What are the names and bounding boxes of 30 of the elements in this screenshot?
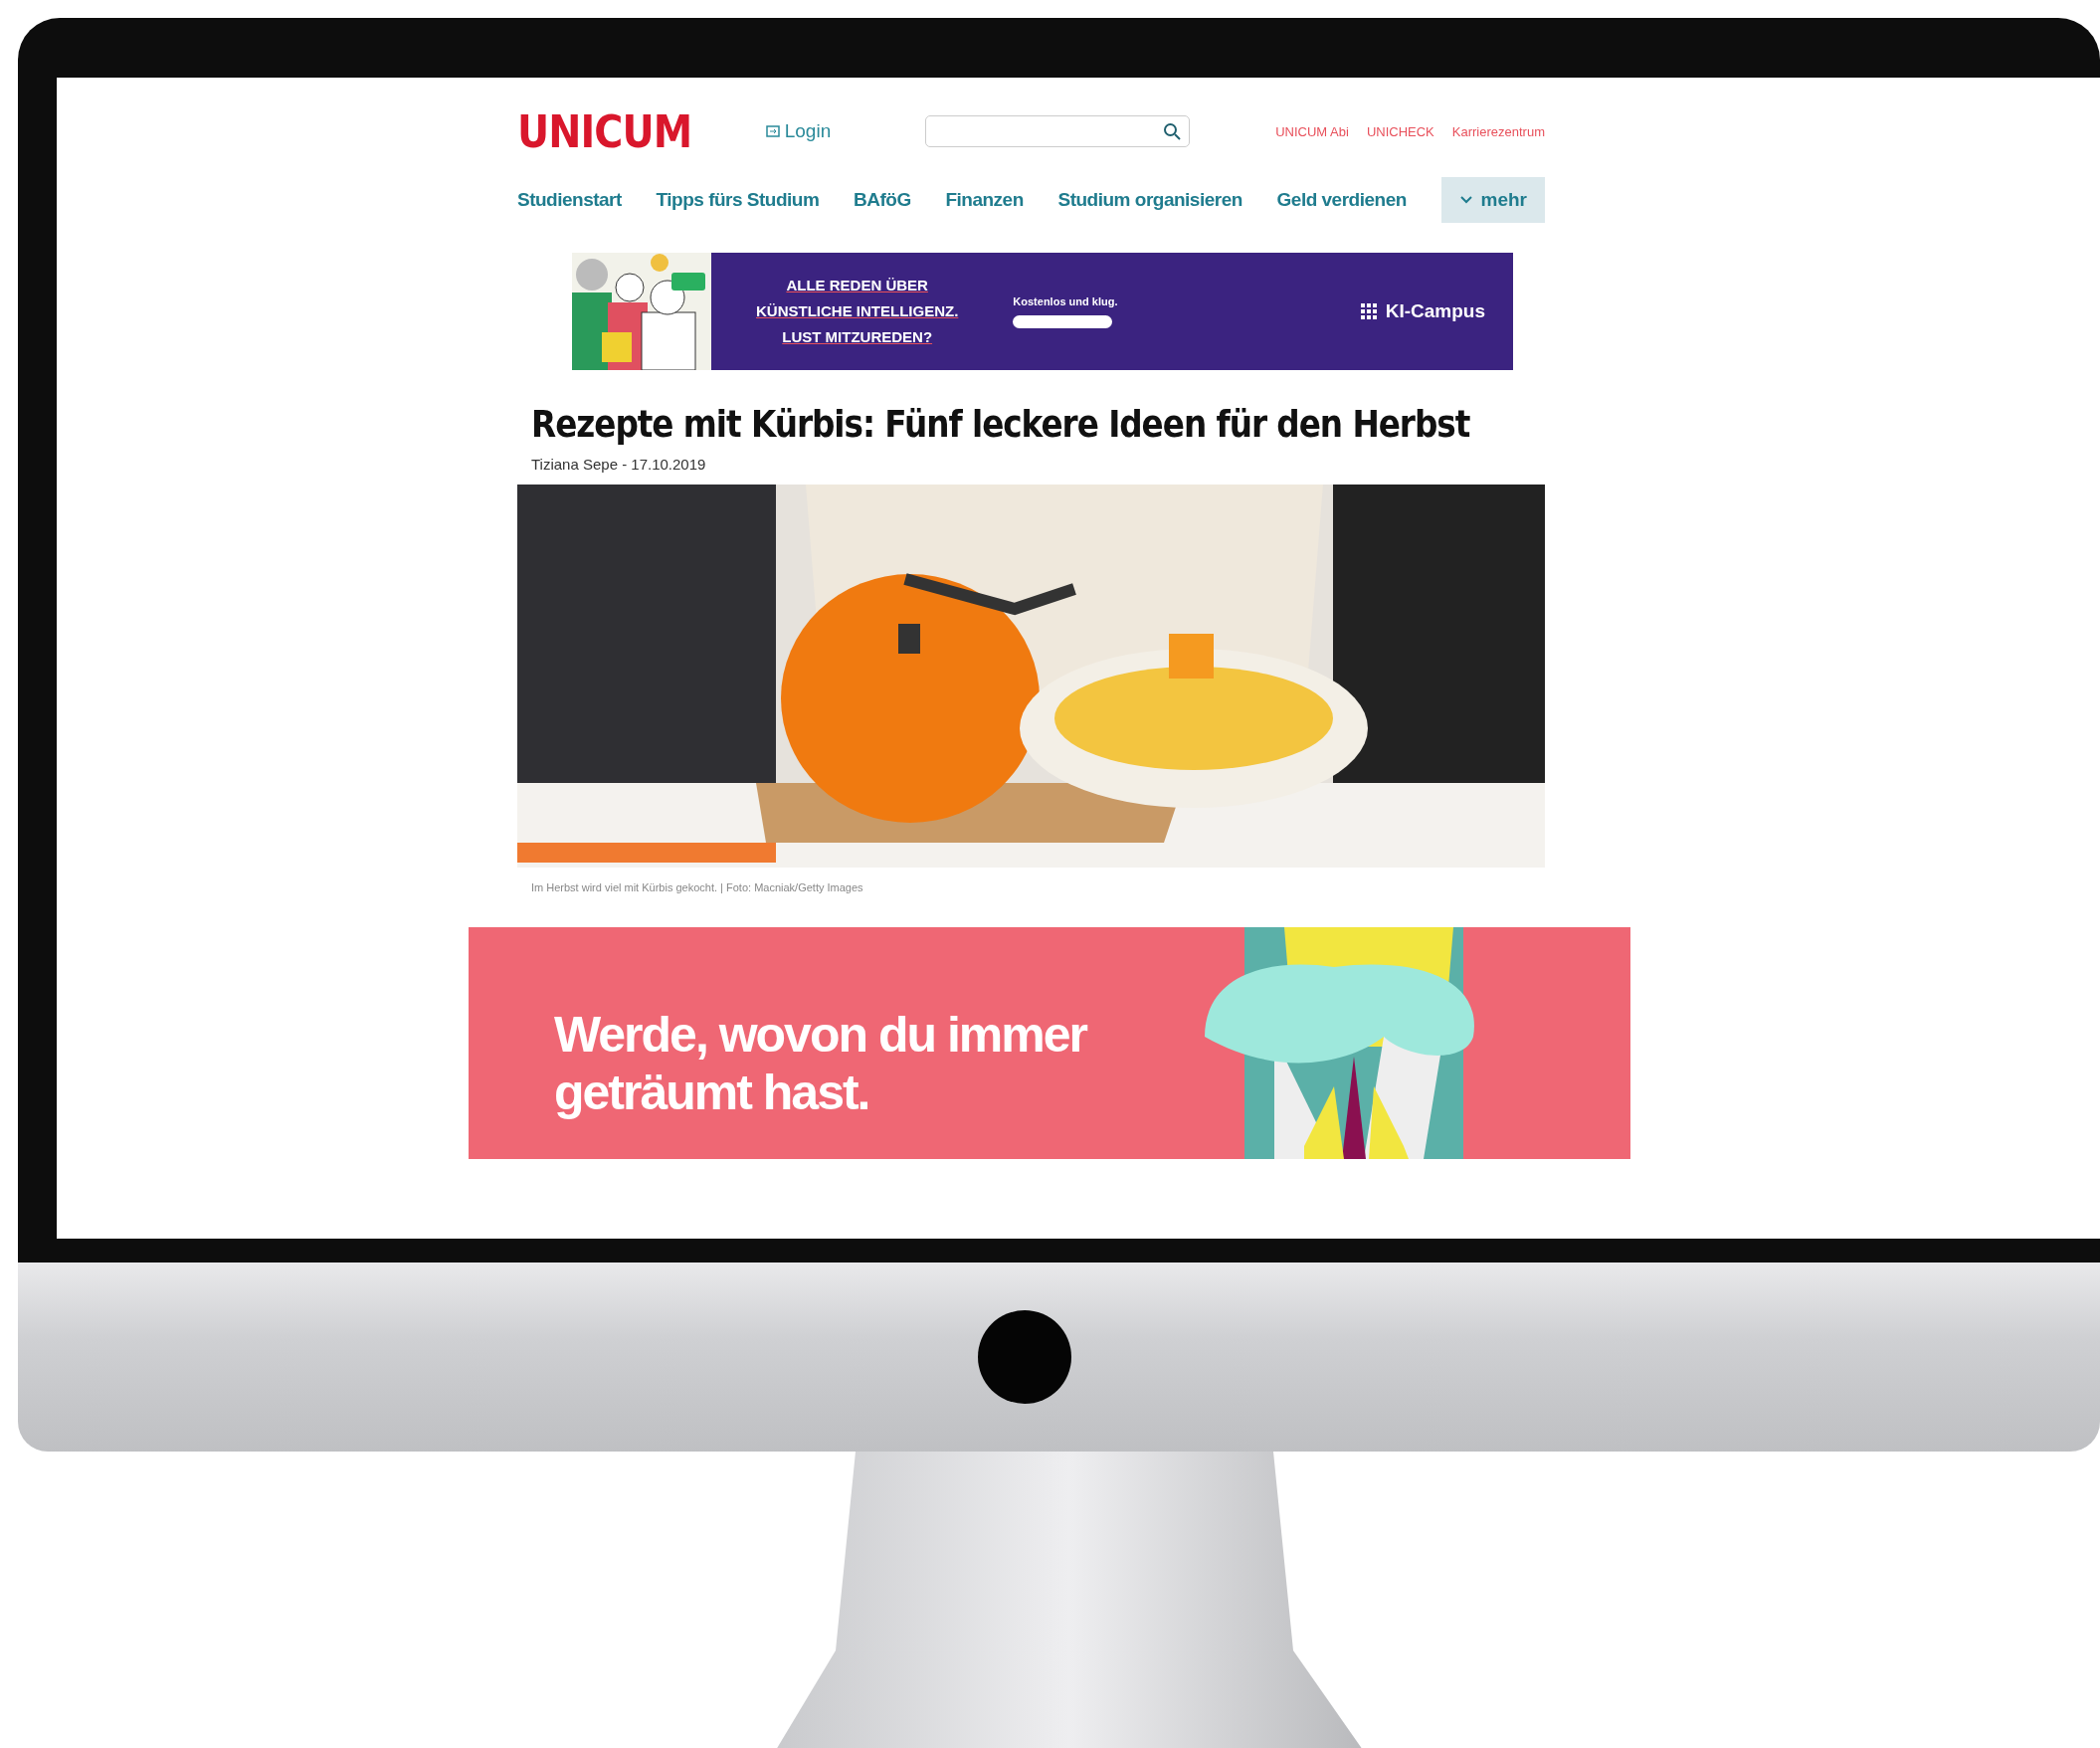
nav-item[interactable]: Finanzen	[945, 189, 1024, 211]
nav-item[interactable]: BAföG	[854, 189, 911, 211]
image-caption: Im Herbst wird viel mit Kürbis gekocht. | Foto: Macniak/Getty Images	[531, 881, 864, 893]
article-title: Rezepte mit Kürbis: Fünf leckere Ideen für den Herbst	[531, 402, 1470, 446]
promo-banner[interactable]: Werde, wovon du immer geträumt hast.	[469, 927, 1630, 1159]
top-link[interactable]: UNICHECK	[1366, 123, 1434, 139]
nav-item[interactable]: Tipps fürs Studium	[656, 189, 820, 211]
promo-text: Werde, wovon du immer	[554, 1005, 1086, 1064]
nav-item[interactable]: Geld verdienen	[1276, 189, 1407, 211]
nav-item[interactable]: Studium organisieren	[1057, 189, 1242, 211]
promo-text: geträumt hast.	[554, 1063, 870, 1121]
top-link[interactable]: UNICUM Abi	[1275, 123, 1349, 139]
ad-headline: ALLE REDEN ÜBER	[786, 276, 928, 295]
top-link[interactable]: Karrierezentrum	[1451, 123, 1545, 139]
login-link[interactable]: Login	[765, 120, 832, 142]
grid-icon	[1359, 302, 1378, 320]
nav-item[interactable]: Studienstart	[517, 189, 622, 211]
logo[interactable]: UNICUM	[517, 105, 692, 157]
login-icon	[765, 125, 780, 137]
ad-headline: LUST MITZUREDEN?	[782, 327, 933, 347]
chevron-icon	[1458, 195, 1473, 205]
brand-name: KI-Campus	[1385, 300, 1485, 322]
search-icon[interactable]	[1163, 122, 1182, 140]
more-menu-button[interactable]: mehr	[1440, 177, 1545, 223]
ad-button[interactable]	[1013, 314, 1113, 328]
article-byline: Tiziana Sepe - 17.10.2019	[531, 456, 707, 473]
search-field[interactable]	[925, 115, 1191, 147]
ad-headline: KÜNSTLICHE INTELLIGENZ.	[756, 301, 959, 321]
ad-banner[interactable]: ALLE REDEN ÜBER KÜNSTLICHE INTELLIGENZ. LUST MITZUREDEN? Kostenlos und klug. KI-Campus	[572, 253, 1513, 370]
ad-tagline: Kostenlos und klug.	[1013, 294, 1118, 307]
